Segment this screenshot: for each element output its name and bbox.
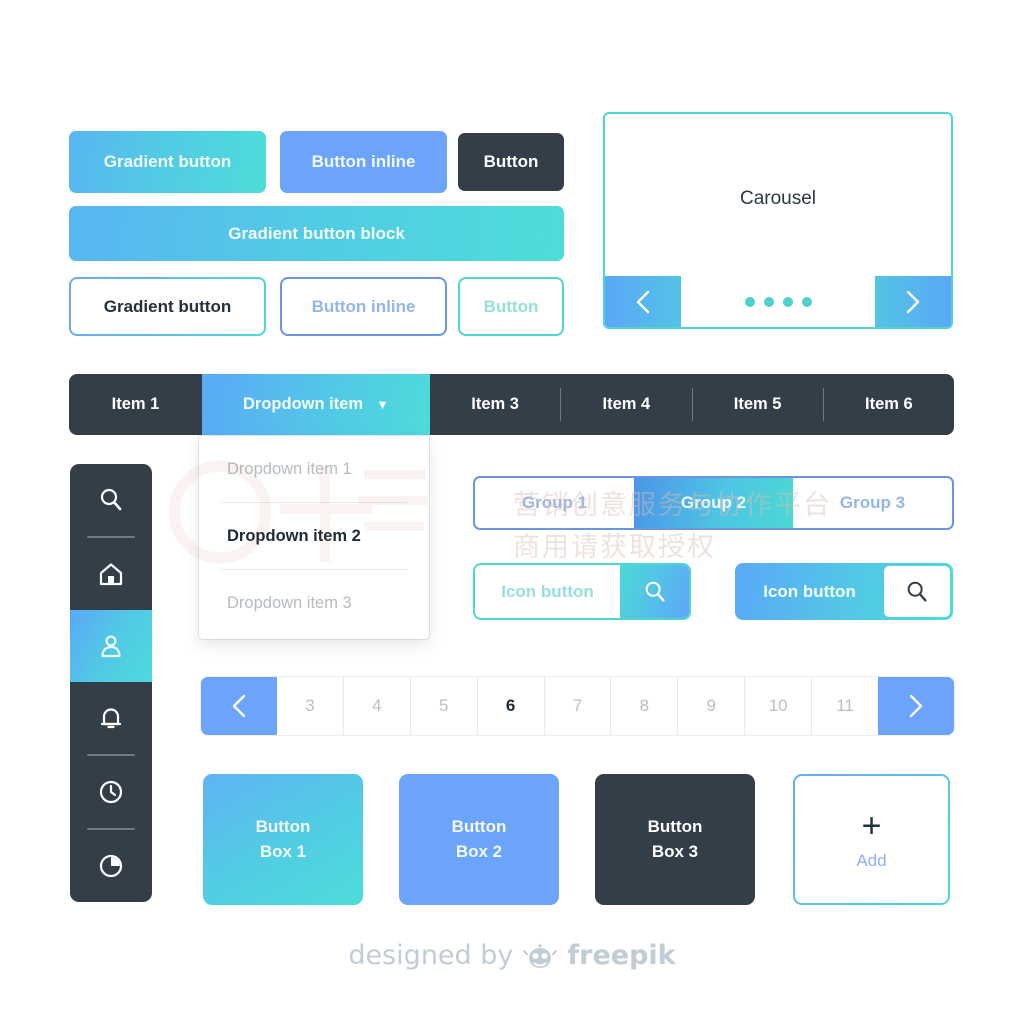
- gradient-outline-button[interactable]: Gradient button: [69, 277, 266, 336]
- pie-chart-icon: [99, 854, 123, 878]
- footer-brand: freepik: [567, 940, 676, 971]
- icon-button-outline[interactable]: Icon button: [473, 563, 691, 620]
- footer-credit: designed by freepik: [0, 940, 1024, 971]
- icon-button-outline-label: Icon button: [501, 581, 594, 601]
- pagination-page[interactable]: 11: [811, 677, 878, 735]
- button-group: Group 1 Group 2 Group 3: [473, 476, 954, 530]
- navbar-remaining-items: Item 3 Item 4 Item 5 Item 6: [430, 374, 954, 435]
- carousel-dot[interactable]: [744, 296, 755, 307]
- button-box-2-line1: Button: [451, 816, 507, 836]
- user-icon: [101, 635, 121, 658]
- carousel-dot[interactable]: [782, 296, 793, 307]
- carousel-dots[interactable]: [681, 276, 875, 327]
- pagination-page[interactable]: 7: [543, 677, 611, 735]
- nav-item-3[interactable]: Item 3: [430, 374, 560, 435]
- button-box-1-line1: Button: [255, 816, 311, 836]
- button-box-2-line2: Box 2: [455, 841, 503, 861]
- sidebar-item-history[interactable]: [70, 756, 152, 828]
- button-box-1[interactable]: Button Box 1: [203, 774, 363, 905]
- nav-item-4[interactable]: Item 4: [561, 374, 691, 435]
- chevron-down-icon: ▼: [376, 397, 389, 412]
- dropdown-menu-item-2[interactable]: Dropdown item 2: [199, 503, 429, 569]
- sidebar-item-stats[interactable]: [70, 830, 152, 902]
- nav-item-1[interactable]: Item 1: [69, 374, 202, 435]
- carousel-prev-button[interactable]: [605, 276, 681, 327]
- pagination-page[interactable]: 8: [610, 677, 677, 735]
- navbar: Item 1 Dropdown item ▼ Item 3 Item 4 Ite…: [69, 374, 954, 435]
- search-icon: [100, 488, 122, 511]
- sidebar-item-user[interactable]: [70, 610, 152, 682]
- add-box-button[interactable]: + Add: [793, 774, 950, 905]
- pagination: 3 4 5 6 7 8 9 10 11: [201, 677, 954, 735]
- chevron-left-icon: [636, 290, 650, 313]
- add-box-label: Add: [856, 850, 887, 870]
- nav-dropdown-item[interactable]: Dropdown item ▼: [202, 374, 430, 435]
- nav-dropdown-label: Dropdown item: [243, 395, 364, 413]
- teal-outline-button[interactable]: Button: [458, 277, 564, 336]
- search-icon: [645, 581, 665, 602]
- gradient-button[interactable]: Gradient button: [69, 131, 266, 193]
- icon-button-filled-icon-area[interactable]: [884, 566, 950, 617]
- icon-button-filled-label: Icon button: [763, 581, 856, 601]
- clock-icon: [99, 780, 123, 804]
- sidebar-item-notifications[interactable]: [70, 682, 152, 754]
- carousel: Carousel: [603, 112, 953, 329]
- button-inline[interactable]: Button inline: [280, 131, 447, 193]
- pagination-prev-button[interactable]: [201, 677, 277, 735]
- nav-item-5[interactable]: Item 5: [693, 374, 823, 435]
- carousel-dot[interactable]: [763, 296, 774, 307]
- pagination-page[interactable]: 9: [677, 677, 744, 735]
- freepik-logo-icon: [523, 942, 558, 968]
- pagination-pages: 3 4 5 6 7 8 9 10 11: [277, 677, 878, 735]
- chevron-left-icon: [232, 694, 246, 718]
- button-box-3-line2: Box 3: [651, 841, 699, 861]
- pagination-page[interactable]: 4: [342, 677, 410, 735]
- carousel-dot[interactable]: [801, 296, 812, 307]
- carousel-label: Carousel: [739, 188, 817, 209]
- group-button-1[interactable]: Group 1: [475, 478, 634, 528]
- button-box-1-line2: Box 1: [259, 841, 307, 861]
- bell-icon: [100, 708, 122, 729]
- pagination-page[interactable]: 10: [744, 677, 811, 735]
- pagination-next-button[interactable]: [878, 677, 954, 735]
- pagination-page[interactable]: 5: [409, 677, 477, 735]
- dropdown-menu: Dropdown item 1 Dropdown item 2 Dropdown…: [199, 436, 429, 639]
- button-box-3[interactable]: Button Box 3: [595, 774, 755, 905]
- sidebar: [70, 464, 152, 902]
- sidebar-item-search[interactable]: [70, 464, 152, 536]
- sidebar-item-home[interactable]: [70, 538, 152, 610]
- chevron-right-icon: [906, 290, 920, 313]
- chevron-right-icon: [909, 694, 923, 718]
- pagination-page-active[interactable]: 6: [476, 677, 544, 735]
- nav-item-6[interactable]: Item 6: [824, 374, 954, 435]
- search-icon: [907, 581, 927, 602]
- dropdown-menu-item-1[interactable]: Dropdown item 1: [199, 436, 429, 502]
- watermark-text-line2: 商用请获取授权: [513, 532, 716, 563]
- group-button-2[interactable]: Group 2: [634, 478, 793, 528]
- group-button-3[interactable]: Group 3: [793, 478, 952, 528]
- dropdown-menu-item-3[interactable]: Dropdown item 3: [199, 570, 429, 636]
- ui-kit-canvas: 营销创意服务与协作平台 商用请获取授权 Gradient button Butt…: [0, 0, 1024, 1024]
- button-box-2[interactable]: Button Box 2: [399, 774, 559, 905]
- icon-button-outline-icon-area[interactable]: [620, 565, 689, 618]
- dark-button[interactable]: Button: [458, 133, 564, 191]
- button-box-3-line1: Button: [647, 816, 703, 836]
- icon-button-filled[interactable]: Icon button: [735, 563, 953, 620]
- carousel-controls: [605, 276, 951, 327]
- carousel-next-button[interactable]: [875, 276, 951, 327]
- plus-icon: +: [861, 806, 882, 845]
- blue-outline-button[interactable]: Button inline: [280, 277, 447, 336]
- gradient-button-block[interactable]: Gradient button block: [69, 206, 564, 261]
- home-icon: [99, 563, 123, 586]
- pagination-page[interactable]: 3: [277, 677, 343, 735]
- footer-prefix: designed by: [348, 940, 514, 971]
